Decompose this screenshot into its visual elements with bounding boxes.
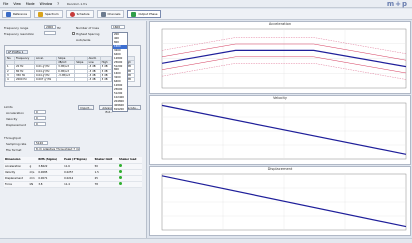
spectrum-icon [38,11,44,17]
displacement-chart-panel: Displacement [149,166,411,236]
import-button[interactable]: Import... [78,105,94,110]
title-bar: File View Mode Window ? Random-1.frs m+p [0,0,412,8]
lines-dropdown-list[interactable]: 200 400 800 1600 3200 6400 12800 25600 51200 800 1… [112,32,128,112]
menu-view[interactable]: View [13,2,21,6]
dropdown-option[interactable]: 819200 [113,108,127,112]
tab-schedule[interactable]: Schedule [65,10,94,18]
menu-bar: File View Mode Window ? [3,2,59,6]
displacement-chart-title: Displacement [267,167,293,171]
reference-icon [6,11,11,17]
auto-label: Auto/wide [76,38,91,42]
freq-range-unit: Hz [57,26,61,30]
status-ok-icon [119,182,122,185]
tab-reference-label: Reference [13,12,28,16]
results-row: Force kN 3.8 11.4 78 [4,181,142,188]
freq-range-label: Frequency range [4,26,29,30]
lines-label: Number of lines [76,26,99,30]
profile-cell[interactable] [74,76,88,83]
results-cell: 3.8 [37,181,64,188]
tab-channels-label: Channels [107,12,121,16]
tab-spectrum-label: Spectrum [45,12,59,16]
tab-output-phase-label: Output Phase [138,12,158,16]
results-cell: 11.4 [63,181,94,188]
profile-cell[interactable]: 3 dB [99,76,112,83]
freq-res-field[interactable] [44,31,56,35]
freq-res-label: Frequency resolution [4,32,35,36]
status-bar [0,238,412,243]
schedule-icon [69,11,75,17]
channels-icon [100,11,106,17]
velocity-limit-label: Velocity [6,117,18,121]
tab-spectrum[interactable]: Spectrum [34,10,63,18]
results-cell: Force [4,181,29,188]
toolbar: Reference Spectrum Schedule Channels Out… [0,9,412,20]
menu-file[interactable]: File [3,2,8,6]
profile-cell[interactable] [56,76,76,83]
acceleration-limit-label: Acceleration [6,111,24,115]
acceleration-chart-panel: Acceleration [149,21,411,94]
profile-cell[interactable]: 4 [5,76,15,83]
profile-selector[interactable]: LF Profile 1 [6,50,28,54]
results-status [118,181,142,188]
throughput-title: Throughput [4,136,21,140]
highest-spacing-label: Highest Spacing [76,32,100,36]
lines-select[interactable]: 1600 [111,25,125,29]
status-ok-icon [119,170,122,173]
tab-reference[interactable]: Reference [2,10,32,18]
limits-title: Limits [4,105,13,109]
velocity-chart-panel: Velocity [149,95,411,165]
profile-cell[interactable]: 0.007 g²/Hz [33,76,58,83]
profile-cell[interactable]: 2000 Hz [13,76,36,83]
status-ok-icon [119,164,122,167]
tab-channels[interactable]: Channels [96,10,125,18]
acceleration-chart-title: Acceleration [268,22,292,26]
velocity-chart-title: Velocity [272,96,288,100]
sampling-field[interactable]: 5120 [34,141,48,145]
velocity-chart[interactable] [150,96,410,164]
displacement-limit-label: Displacement [6,123,26,127]
results-cell: kN [28,181,38,188]
file-format-label: File format [6,148,22,152]
results-cell: 78 [93,181,118,188]
velocity-limit-field[interactable]: 0 [34,116,46,120]
displacement-limit-field[interactable]: 0 [34,122,46,126]
tab-output-phase[interactable]: Output Phase [127,10,162,18]
brand-logo: m+p [386,0,408,8]
tab-schedule-label: Schedule [76,12,90,16]
menu-mode[interactable]: Mode [26,2,35,6]
acceleration-chart[interactable] [150,22,410,93]
status-ok-icon [119,176,122,179]
menu-help[interactable]: ? [57,2,59,6]
results-table: Dimension RMS (Sigma) Peak (3*Sigma) Sha… [4,157,142,188]
output-phase-icon [131,11,137,17]
freq-range-field[interactable]: 2000 [44,25,56,29]
acceleration-limit-field[interactable]: 0 [34,110,46,114]
document-title: Random-1.frs [66,1,88,6]
displacement-chart[interactable] [150,167,410,235]
sampling-label: Sampling rate [6,142,27,146]
menu-window[interactable]: Window [40,2,53,6]
profile-cell[interactable]: -3 dB [86,76,101,83]
highest-spacing-checkbox[interactable] [72,32,75,35]
file-format-field[interactable]: 8 ch Adaptive Throughput 7 min [34,147,80,151]
